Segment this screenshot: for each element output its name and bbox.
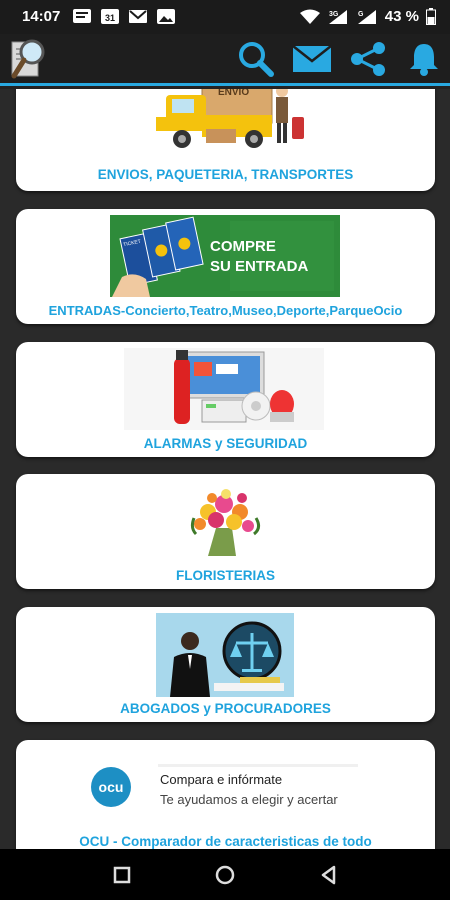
- svg-text:3G: 3G: [329, 11, 339, 18]
- category-list[interactable]: ENVIO ENVIOS, PAQUETERIA, TRANSPORTES TI…: [0, 89, 450, 849]
- tickets-banner-image: TICKET COMPRE SU ENTRADA: [110, 215, 340, 297]
- status-time: 14:07: [22, 8, 61, 25]
- alarm-equipment-image: [124, 348, 324, 430]
- card-label: FLORISTERIAS: [175, 568, 275, 583]
- search-icon: [239, 42, 274, 77]
- system-indicators: 3G G 43 %: [299, 8, 436, 25]
- svg-text:COMPRE: COMPRE: [210, 238, 276, 255]
- card-alarmas[interactable]: ALARMAS y SEGURIDAD: [16, 342, 435, 457]
- image-icon: [157, 9, 175, 24]
- ad-divider: [158, 764, 358, 767]
- svg-text:SU ENTRADA: SU ENTRADA: [210, 258, 309, 275]
- signal-g-icon: G: [357, 9, 376, 24]
- share-icon: [351, 42, 385, 76]
- wifi-icon: [299, 9, 320, 24]
- ocu-ad[interactable]: ocu Compara e infórmate Te ayudamos a el…: [86, 760, 386, 812]
- notification-icons: 31: [72, 8, 176, 25]
- recents-button[interactable]: [110, 863, 134, 887]
- calendar-day: 31: [105, 13, 115, 23]
- flower-bouquet-image: [190, 489, 261, 556]
- home-button[interactable]: [213, 863, 237, 887]
- card-label: ENVIOS, PAQUETERIA, TRANSPORTES: [97, 167, 354, 182]
- mail-button[interactable]: [292, 40, 332, 78]
- app-bar: [0, 34, 450, 86]
- card-ocu[interactable]: ocu Compara e infórmate Te ayudamos a el…: [16, 740, 435, 849]
- card-floristerias[interactable]: FLORISTERIAS: [16, 474, 435, 589]
- card-abogados[interactable]: ABOGADOS y PROCURADORES: [16, 607, 435, 722]
- bell-icon: [410, 44, 438, 76]
- svg-text:ENVIO: ENVIO: [218, 89, 249, 98]
- sms-icon: [73, 9, 91, 23]
- app-actions: [236, 40, 444, 78]
- status-bar: 14:07 31 3G G 43 %: [0, 0, 450, 34]
- calendar-icon: 31: [101, 9, 119, 24]
- svg-text:G: G: [358, 11, 364, 18]
- signal-3g-icon: 3G: [328, 9, 347, 24]
- magnifier-logo[interactable]: [10, 36, 48, 82]
- notifications-button[interactable]: [404, 40, 444, 78]
- back-button[interactable]: [317, 863, 341, 887]
- svg-text:ocu: ocu: [99, 779, 124, 795]
- gmail-icon: [129, 10, 147, 23]
- battery-icon: [426, 8, 436, 25]
- ocu-logo-icon: ocu: [91, 767, 131, 807]
- card-label: ABOGADOS y PROCURADORES: [120, 701, 331, 716]
- ad-subtitle: Te ayudamos a elegir y acertar: [160, 792, 338, 807]
- ad-title: Compara e infórmate: [160, 772, 283, 787]
- share-button[interactable]: [348, 40, 388, 78]
- card-label: ENTRADAS-Concierto,Teatro,Museo,Deporte,…: [48, 303, 403, 318]
- card-label: ALARMAS y SEGURIDAD: [143, 436, 308, 451]
- card-envios[interactable]: ENVIO ENVIOS, PAQUETERIA, TRANSPORTES: [16, 89, 435, 191]
- battery-percent: 43 %: [384, 8, 419, 25]
- mail-icon: [292, 45, 332, 72]
- delivery-truck-image: ENVIO: [156, 89, 304, 148]
- search-button[interactable]: [236, 40, 276, 78]
- system-nav-bar: [0, 849, 450, 900]
- lawyer-scales-image: [156, 613, 294, 697]
- card-entradas[interactable]: TICKET COMPRE SU ENTRADA ENTRADAS-Concie…: [16, 209, 435, 324]
- card-label: OCU - Comparador de caracteristicas de t…: [79, 834, 372, 849]
